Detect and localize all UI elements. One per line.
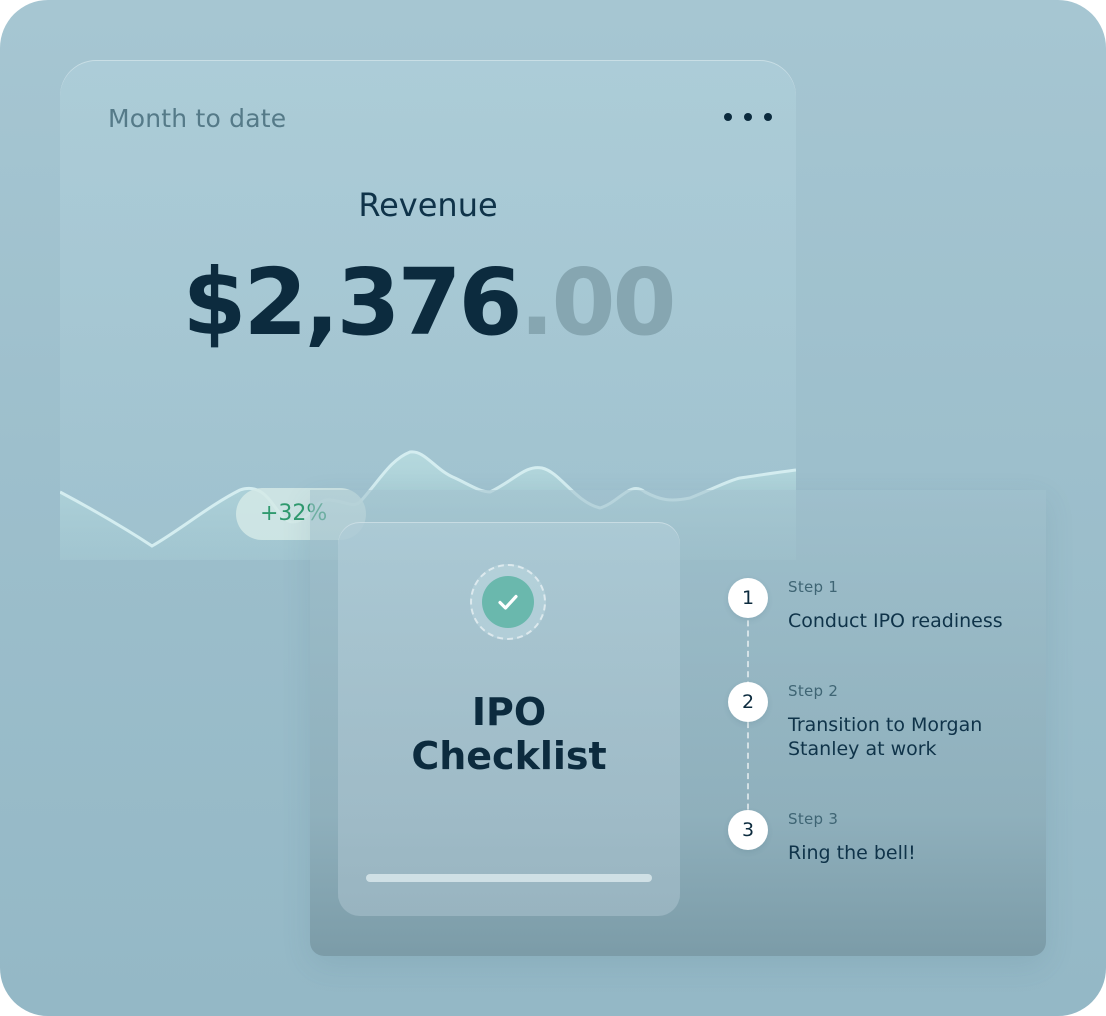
- step-text-2[interactable]: Transition to Morgan Stanley at work: [788, 713, 1028, 761]
- period-label: Month to date: [108, 104, 287, 133]
- step-number-1[interactable]: 1: [728, 578, 768, 618]
- more-options-button[interactable]: [724, 102, 772, 132]
- checklist-progress-bar: [366, 874, 652, 882]
- amount-whole: $2,376: [182, 249, 522, 356]
- step-text-3[interactable]: Ring the bell!: [788, 841, 1028, 865]
- more-horizontal-icon-dot: [764, 113, 772, 121]
- ipo-checklist-card[interactable]: IPO Checklist: [338, 522, 680, 916]
- amount-cents: .00: [519, 249, 677, 356]
- step-label-1: Step 1: [788, 578, 839, 596]
- more-horizontal-icon-dot: [744, 113, 752, 121]
- ipo-checklist-panel: IPO Checklist 1 Step 1 Conduct IPO readi…: [310, 490, 1046, 956]
- step-text-1[interactable]: Conduct IPO readiness: [788, 609, 1028, 633]
- ipo-title-line2: Checklist: [411, 734, 607, 778]
- step-number-2[interactable]: 2: [728, 682, 768, 722]
- step-label-3: Step 3: [788, 810, 839, 828]
- more-horizontal-icon: [724, 113, 732, 121]
- step-label-2: Step 2: [788, 682, 839, 700]
- step-number-3[interactable]: 3: [728, 810, 768, 850]
- revenue-card: Month to date Revenue $2,376.00: [60, 60, 796, 560]
- checkmark-icon: [482, 576, 534, 628]
- metric-title: Revenue: [358, 186, 498, 224]
- ipo-title-line1: IPO: [471, 690, 547, 734]
- ipo-checklist-title: IPO Checklist: [338, 690, 680, 778]
- revenue-amount: $2,376.00: [60, 248, 796, 358]
- app-frame: Month to date Revenue $2,376.00 +32% IPO…: [0, 0, 1106, 1016]
